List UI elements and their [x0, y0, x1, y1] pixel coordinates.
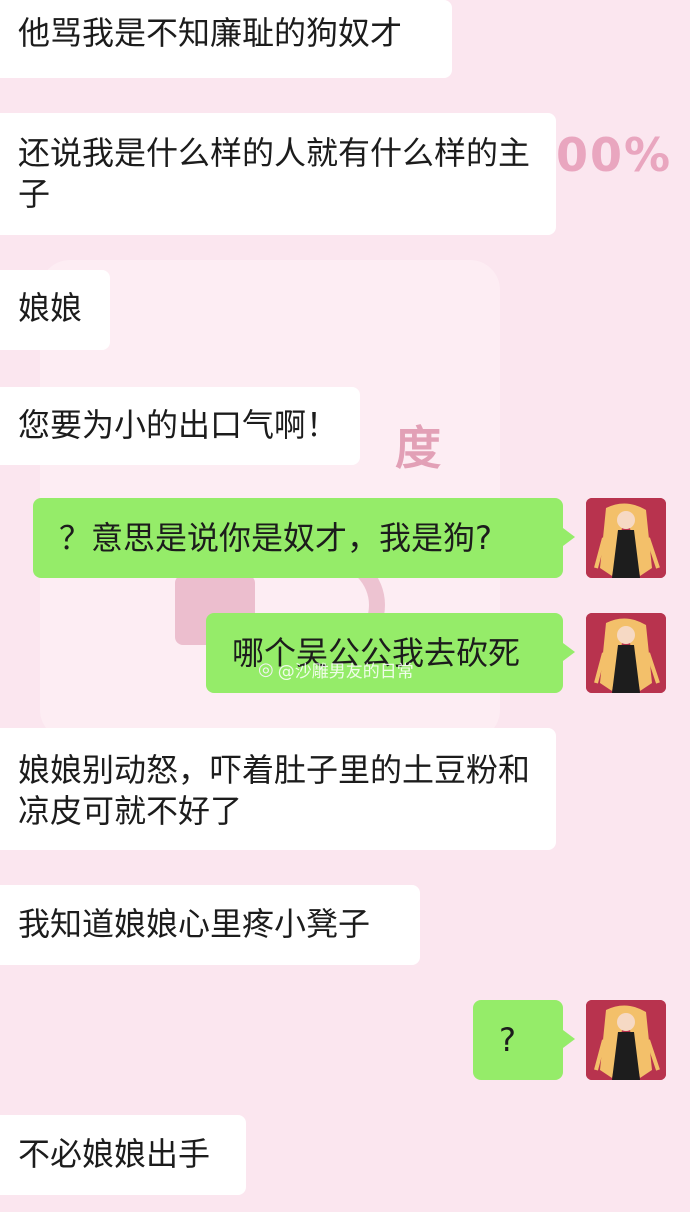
message-text: ？意思是说你是奴才，我是狗?: [59, 519, 492, 557]
message-bubble-left[interactable]: 娘娘别动怒，吓着肚子里的土豆粉和凉皮可就不好了: [0, 728, 556, 850]
message-text: 您要为小的出口气啊！: [18, 406, 339, 444]
message-bubble-left[interactable]: 您要为小的出口气啊！: [0, 387, 360, 465]
message-bubble-left[interactable]: 我知道娘娘心里疼小凳子: [0, 885, 420, 965]
avatar-illustration: [586, 613, 666, 693]
watermark-text: @沙雕男友的日常: [277, 662, 414, 682]
user-avatar[interactable]: [586, 498, 666, 578]
background-percent-text: 00%: [556, 128, 673, 182]
message-text: ?: [499, 1021, 516, 1059]
message-text: 还说我是什么样的人就有什么样的主子: [18, 134, 531, 213]
message-bubble-left[interactable]: 娘娘: [0, 270, 110, 350]
watermark: ◎ @沙雕男友的日常: [258, 657, 414, 682]
message-bubble-left[interactable]: 还说我是什么样的人就有什么样的主子: [0, 113, 556, 235]
user-avatar[interactable]: [586, 1000, 666, 1080]
avatar-illustration: [586, 498, 666, 578]
background-char-text: 度: [395, 421, 441, 475]
message-text: 他骂我是不知廉耻的狗奴才: [18, 14, 403, 52]
user-avatar[interactable]: [586, 613, 666, 693]
weibo-icon: ◎: [258, 659, 274, 680]
message-text: 娘娘别动怒，吓着肚子里的土豆粉和凉皮可就不好了: [18, 751, 531, 830]
message-text: 我知道娘娘心里疼小凳子: [18, 905, 371, 943]
message-text: 娘娘: [18, 289, 83, 327]
avatar-illustration: [586, 1000, 666, 1080]
message-bubble-left[interactable]: 他骂我是不知廉耻的狗奴才: [0, 0, 452, 78]
message-text: 不必娘娘出手: [18, 1135, 211, 1173]
message-bubble-right[interactable]: ？意思是说你是奴才，我是狗?: [33, 498, 575, 578]
message-bubble-right[interactable]: ?: [473, 1000, 575, 1080]
message-bubble-left[interactable]: 不必娘娘出手: [0, 1115, 246, 1195]
